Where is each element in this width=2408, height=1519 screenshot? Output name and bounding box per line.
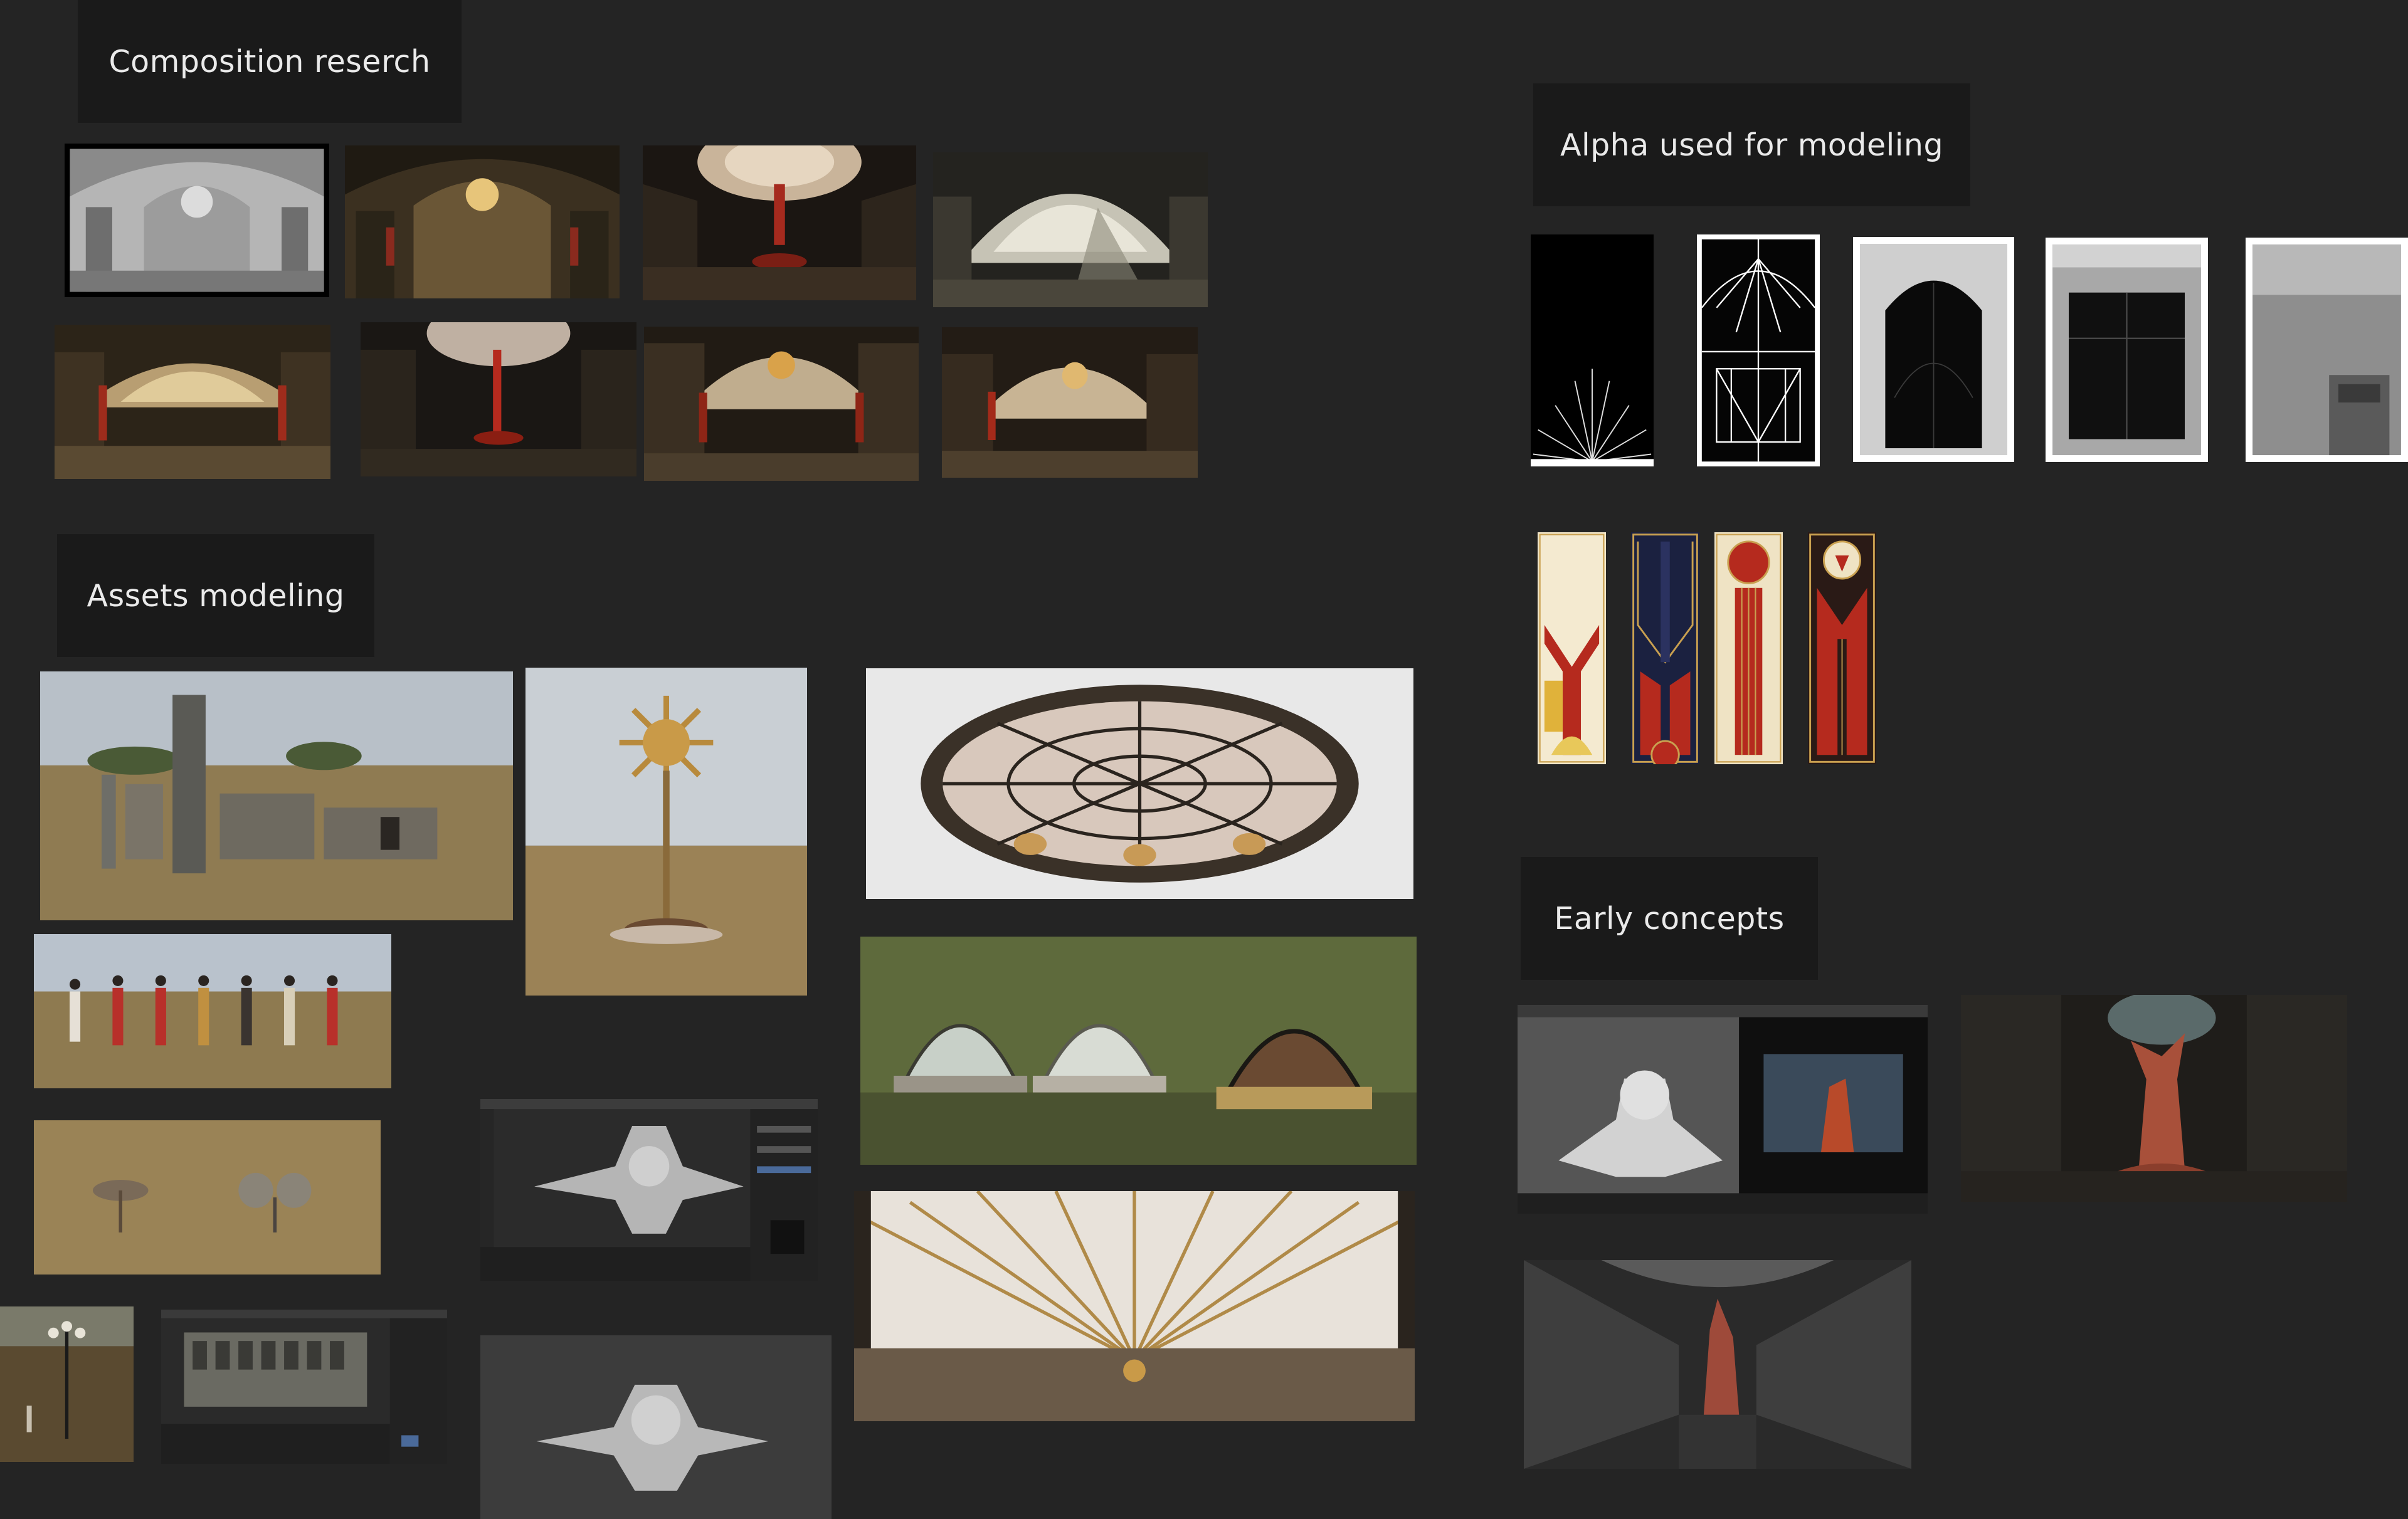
asset-sun-sculpture [525, 668, 807, 996]
composition-title-text: Composition reserch [108, 43, 431, 80]
concepts-section-title: Early concepts [1521, 857, 1818, 980]
asset-speakers [34, 1120, 381, 1275]
composition-render-1 [65, 144, 329, 297]
composition-render-5 [55, 325, 330, 479]
banner-4 [1808, 532, 1876, 764]
composition-render-2 [345, 145, 620, 298]
composition-render-4 [933, 152, 1208, 307]
asset-street-lamp [0, 1306, 134, 1462]
alpha-title-text: Alpha used for modeling [1560, 127, 1944, 163]
banner-2 [1631, 532, 1699, 764]
composition-render-3 [643, 145, 916, 300]
alpha-gothic-arch [1853, 237, 2014, 462]
asset-blender-arcade [161, 1310, 447, 1464]
asset-blender-dome-wire [480, 1335, 832, 1519]
asset-walls-field [40, 671, 513, 920]
composition-render-7 [644, 327, 919, 481]
concept-blender-tree [1518, 1005, 1928, 1214]
asset-gold-window [854, 1191, 1415, 1421]
asset-blender-dome-model [480, 1099, 818, 1281]
asset-characters [34, 934, 391, 1088]
concepts-title-text: Early concepts [1554, 900, 1785, 937]
alpha-sunburst [1531, 234, 1654, 466]
alpha-section-title: Alpha used for modeling [1533, 83, 1970, 206]
concept-tree-hall [1961, 995, 2347, 1202]
asset-glass-domes [860, 937, 1417, 1165]
assets-section-title: Assets modeling [57, 534, 374, 657]
banner-3 [1714, 532, 1783, 764]
assets-title-text: Assets modeling [87, 577, 345, 614]
alpha-stained-glass [1697, 234, 1820, 466]
composition-render-8 [942, 327, 1198, 478]
alpha-door-panel [2246, 238, 2408, 462]
concept-gallery-corridor [1524, 1260, 1911, 1469]
asset-dome-interior [866, 668, 1413, 899]
alpha-window-frame [2046, 238, 2208, 462]
banner-1 [1538, 532, 1606, 764]
composition-section-title: Composition reserch [78, 0, 462, 123]
composition-render-6 [361, 322, 636, 476]
